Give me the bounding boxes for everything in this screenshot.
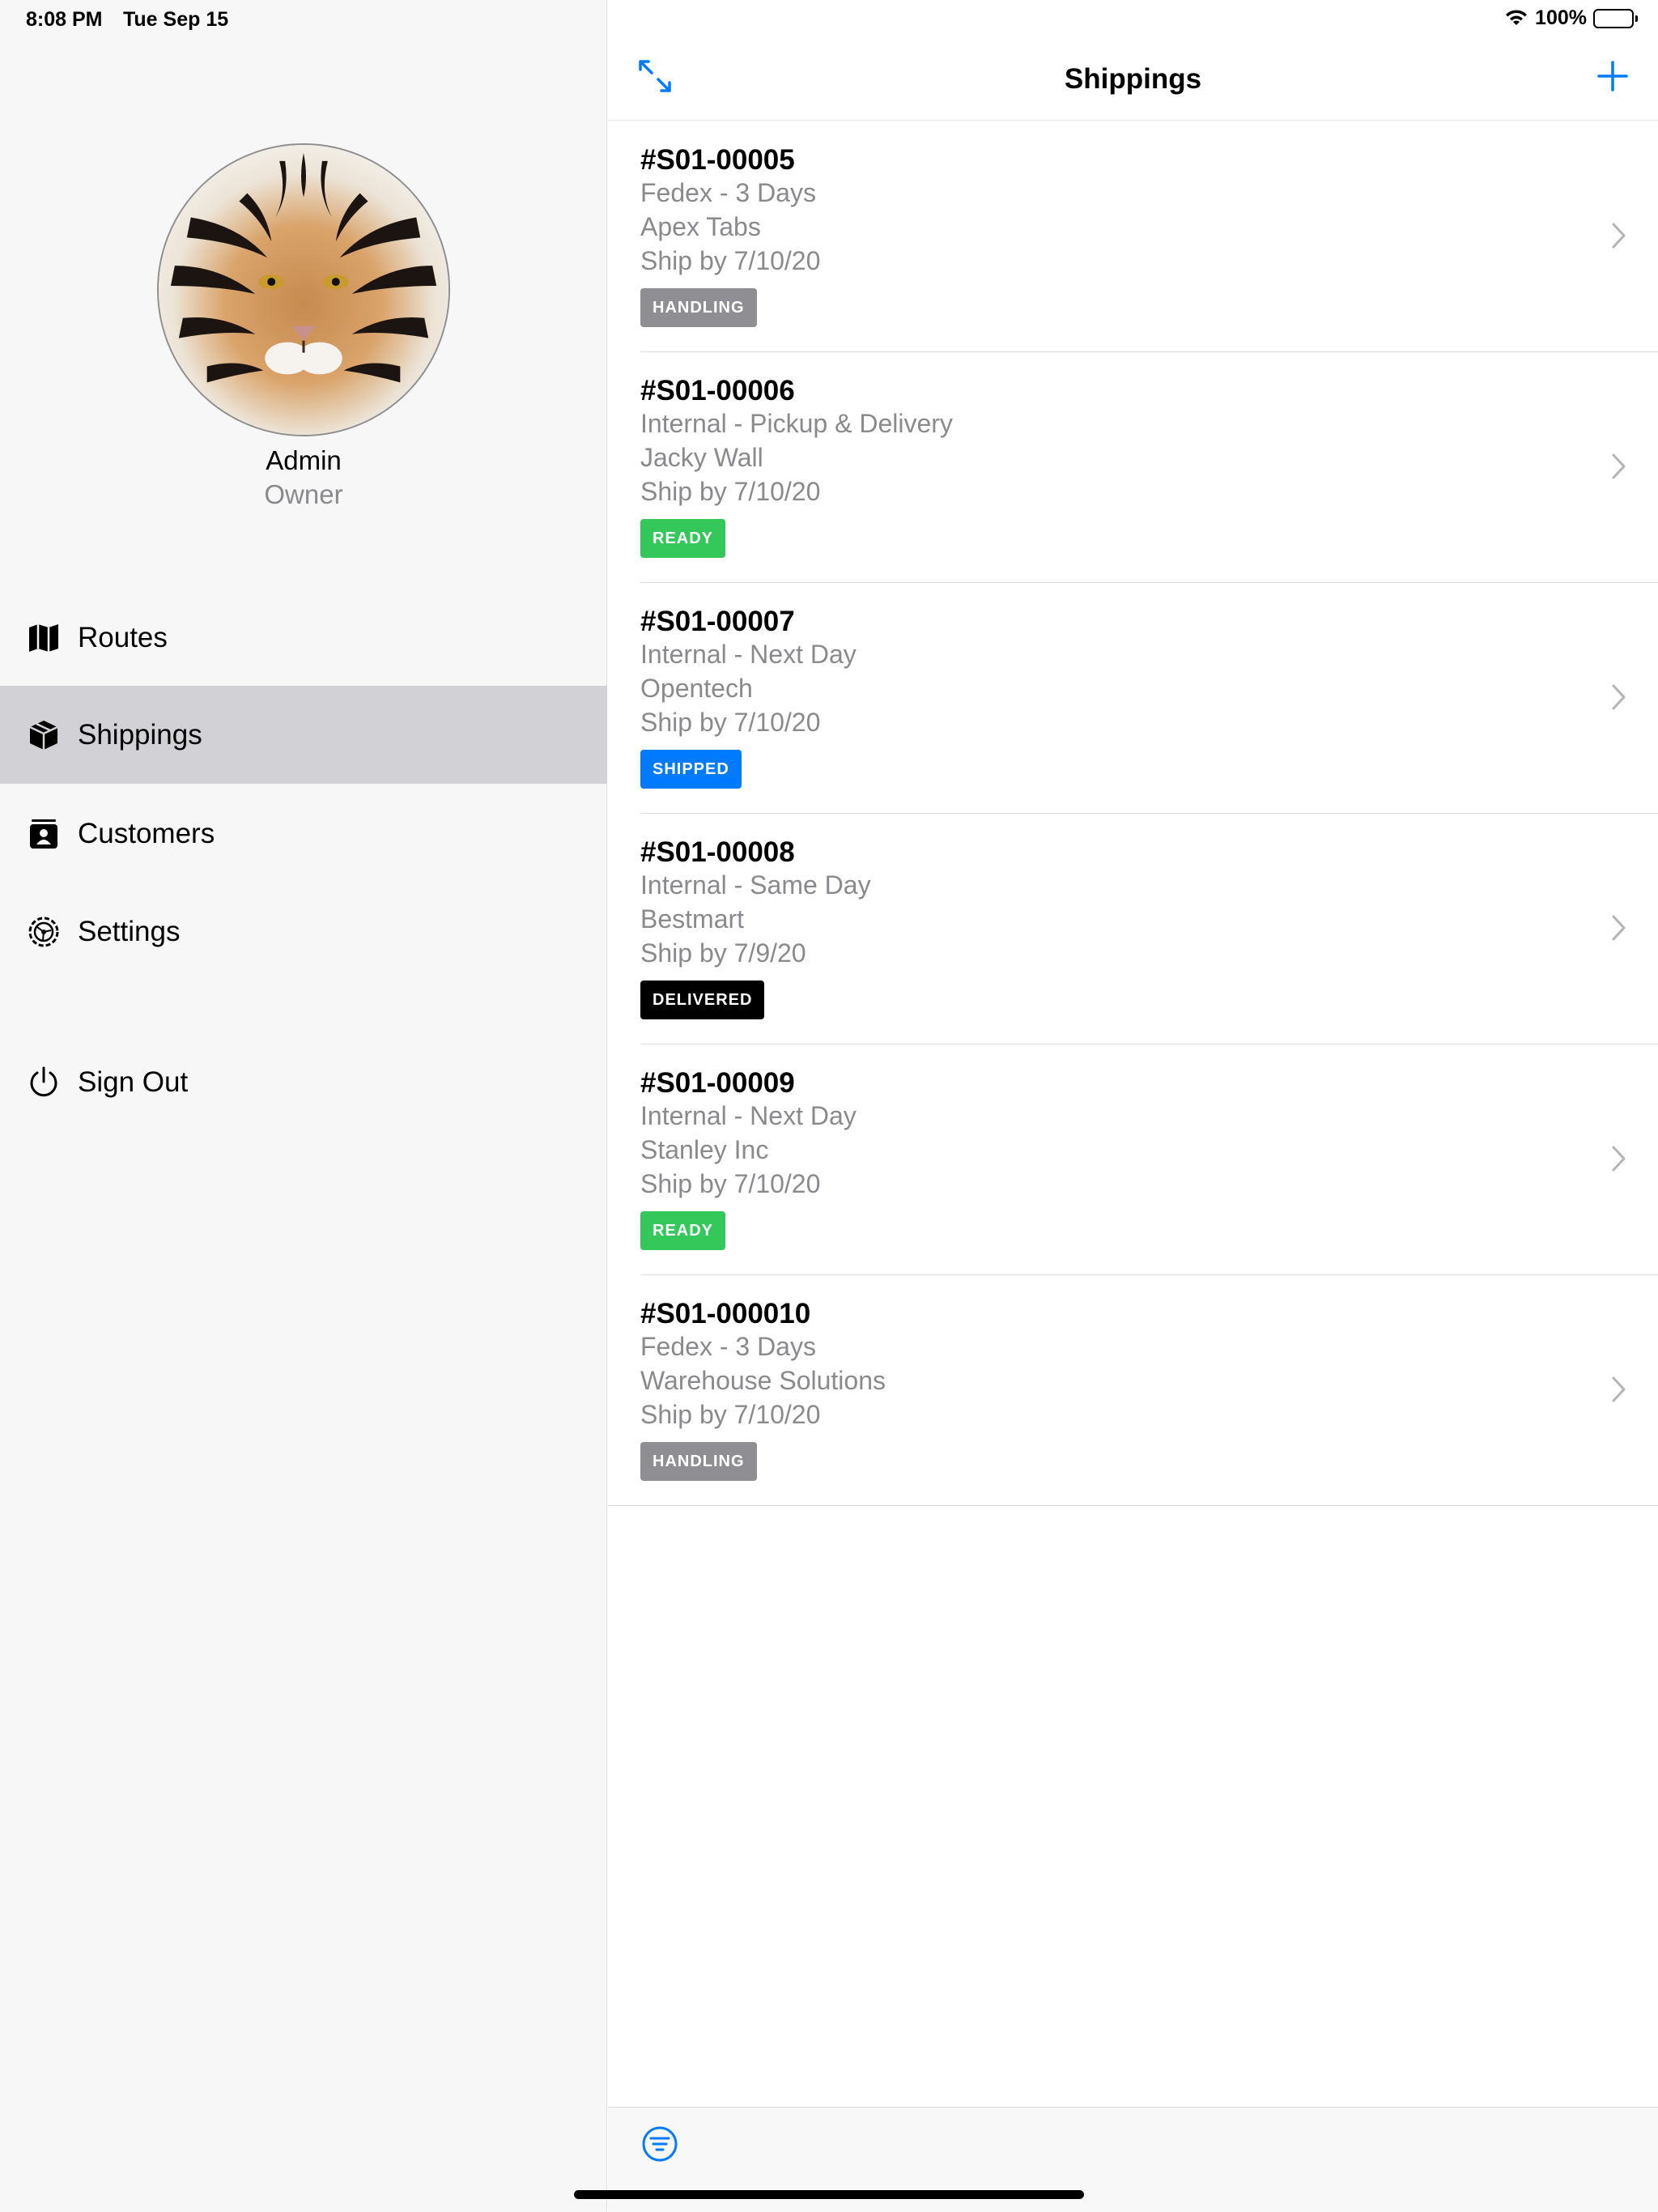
shipment-customer: Jacky Wall — [640, 443, 763, 472]
sidebar-item-label: Routes — [78, 621, 168, 653]
main-pane: Shippings #S01-00005 Fedex - 3 Days Apex… — [608, 0, 1658, 2212]
contact-book-icon — [27, 817, 61, 851]
navigation-bar: Shippings — [608, 0, 1658, 121]
shipments-list: #S01-00005 Fedex - 3 Days Apex Tabs Ship… — [608, 121, 1658, 1506]
status-badge: READY — [640, 519, 726, 558]
shipment-id: #S01-00007 — [640, 606, 795, 637]
shipment-ship-by: Ship by 7/10/20 — [640, 708, 821, 737]
shipment-ship-by: Ship by 7/10/20 — [640, 1400, 821, 1429]
chevron-right-icon — [1611, 1376, 1627, 1403]
chevron-right-icon — [1611, 1145, 1627, 1172]
shipment-service: Internal - Same Day — [640, 870, 871, 900]
shipment-row[interactable]: #S01-00006 Internal - Pickup & Delivery … — [608, 352, 1658, 583]
shipment-row[interactable]: #S01-00005 Fedex - 3 Days Apex Tabs Ship… — [608, 121, 1658, 352]
shipment-row[interactable]: #S01-00007 Internal - Next Day Opentech … — [608, 583, 1658, 814]
power-icon — [27, 1066, 61, 1100]
plus-icon[interactable] — [1596, 60, 1629, 92]
sign-out-label: Sign Out — [78, 1066, 189, 1098]
status-badge: HANDLING — [640, 1442, 757, 1481]
shipment-ship-by: Ship by 7/10/20 — [640, 477, 821, 506]
shipment-ship-by: Ship by 7/10/20 — [640, 246, 821, 275]
status-badge: DELIVERED — [640, 981, 765, 1019]
shipment-ship-by: Ship by 7/10/20 — [640, 1169, 821, 1198]
sidebar-item-label: Settings — [78, 915, 181, 947]
shipment-customer: Stanley Inc — [640, 1135, 769, 1164]
shipment-id: #S01-00008 — [640, 836, 795, 868]
avatar[interactable] — [157, 143, 450, 436]
page-title: Shippings — [1064, 63, 1202, 95]
shipment-customer: Apex Tabs — [640, 212, 761, 241]
tiger-avatar-image — [159, 145, 449, 435]
sidebar-item-label: Customers — [78, 817, 215, 849]
sign-out-button[interactable]: Sign Out — [0, 1033, 607, 1131]
status-badge: READY — [640, 1211, 726, 1250]
map-icon — [27, 621, 61, 655]
shipment-customer: Opentech — [640, 674, 753, 703]
shipment-ship-by: Ship by 7/9/20 — [640, 938, 806, 968]
chevron-right-icon — [1611, 453, 1627, 480]
shipment-customer: Bestmart — [640, 904, 745, 934]
shipment-service: Internal - Next Day — [640, 1101, 857, 1130]
chevron-right-icon — [1611, 222, 1627, 249]
box-icon — [27, 718, 61, 752]
sidebar-item-routes[interactable]: Routes — [0, 589, 607, 687]
status-badge: SHIPPED — [640, 750, 742, 789]
sidebar-item-customers[interactable]: Customers — [0, 785, 607, 883]
shipment-row[interactable]: #S01-00008 Internal - Same Day Bestmart … — [608, 814, 1658, 1044]
chevron-right-icon — [1611, 683, 1627, 711]
shipment-service: Internal - Pickup & Delivery — [640, 409, 953, 438]
shipment-id: #S01-00005 — [640, 144, 795, 176]
filter-icon[interactable] — [641, 2125, 678, 2163]
shipment-row[interactable]: #S01-00009 Internal - Next Day Stanley I… — [608, 1044, 1658, 1275]
gear-icon — [27, 915, 61, 949]
profile-role: Owner — [264, 479, 343, 509]
shipment-id: #S01-000010 — [640, 1298, 811, 1329]
sidebar-item-label: Shippings — [78, 718, 202, 751]
shipment-service: Internal - Next Day — [640, 640, 857, 669]
home-indicator — [574, 2190, 1084, 2199]
chevron-right-icon — [1611, 914, 1627, 942]
shipment-service: Fedex - 3 Days — [640, 1332, 816, 1361]
profile-name: Admin — [266, 445, 342, 475]
shipment-id: #S01-00009 — [640, 1067, 795, 1099]
shipment-row[interactable]: #S01-000010 Fedex - 3 Days Warehouse Sol… — [608, 1275, 1658, 1506]
shipment-customer: Warehouse Solutions — [640, 1366, 886, 1395]
status-badge: HANDLING — [640, 288, 757, 327]
shipment-id: #S01-00006 — [640, 375, 795, 406]
sidebar-item-shippings[interactable]: Shippings — [0, 686, 607, 784]
shipment-service: Fedex - 3 Days — [640, 178, 816, 207]
sidebar: Admin Owner Routes Shippings Customers S… — [0, 0, 607, 2212]
row-divider — [608, 1505, 1658, 1506]
sidebar-item-settings[interactable]: Settings — [0, 883, 607, 981]
